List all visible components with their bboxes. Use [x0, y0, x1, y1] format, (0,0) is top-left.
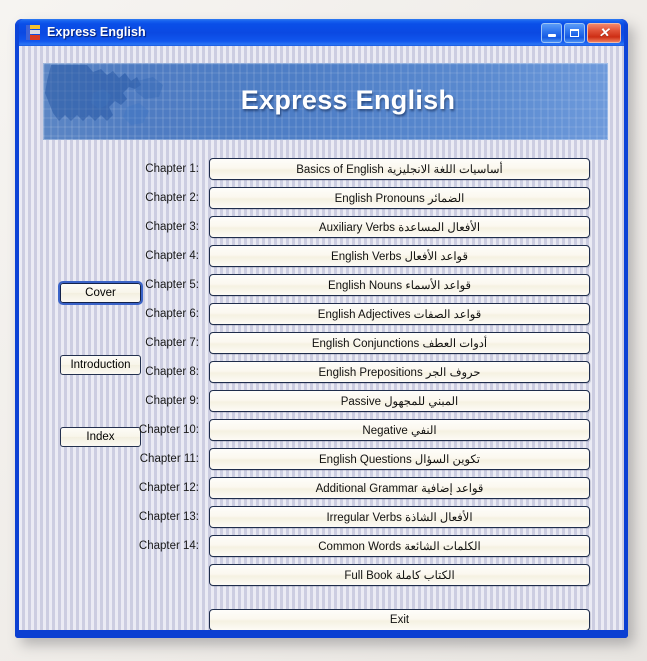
maximize-icon [570, 28, 579, 37]
chapter-label: Chapter 2: [145, 192, 199, 204]
chapter-label: Chapter 11: [139, 453, 199, 465]
chapter-button-8[interactable]: English Prepositions حروف الجر [209, 361, 590, 383]
chapter-row: Chapter 11: English Questions تكوين السؤ… [19, 448, 624, 470]
chapter-button-7[interactable]: English Conjunctions أدوات العطف [209, 332, 590, 354]
chapter-row: Chapter 3: Auxiliary Verbs الأفعال المسا… [19, 216, 624, 238]
chapter-button-6[interactable]: English Adjectives قواعد الصفات [209, 303, 590, 325]
maximize-button[interactable] [564, 22, 585, 43]
chapter-label: Chapter 10: [138, 424, 199, 436]
chapter-row: Chapter 7: English Conjunctions أدوات ال… [19, 332, 624, 354]
chapter-row: Chapter 2: English Pronouns الضمائر [19, 187, 624, 209]
window-client-area: Express English Cover Introduction Index… [19, 46, 624, 630]
chapter-label: Chapter 6: [145, 308, 199, 320]
chapter-label: Chapter 13: [138, 511, 199, 523]
chapter-button-1[interactable]: Basics of English أساسيات اللغة الانجليز… [209, 158, 590, 180]
chapter-button-12[interactable]: Additional Grammar قواعد إضافية [209, 477, 590, 499]
chapter-button-3[interactable]: Auxiliary Verbs الأفعال المساعدة [209, 216, 590, 238]
chapter-row: Chapter 12: Additional Grammar قواعد إضا… [19, 477, 624, 499]
chapter-row: Chapter 8: English Prepositions حروف الج… [19, 361, 624, 383]
chapter-row: Chapter 6: English Adjectives قواعد الصف… [19, 303, 624, 325]
minimize-button[interactable] [541, 22, 562, 43]
exit-button[interactable]: Exit [209, 609, 590, 630]
chapter-button-2[interactable]: English Pronouns الضمائر [209, 187, 590, 209]
chapter-label: Chapter 14: [138, 540, 199, 552]
chapter-button-4[interactable]: English Verbs قواعد الأفعال [209, 245, 590, 267]
chapter-button-11[interactable]: English Questions تكوين السؤال [209, 448, 590, 470]
chapter-label: Chapter 4: [145, 250, 199, 262]
chapter-label: Chapter 3: [145, 221, 199, 233]
application-window: Express English ✕ Express English Cover … [15, 19, 628, 638]
chapter-button-10[interactable]: Negative النفي [209, 419, 590, 441]
full-book-row: Full Book الكتاب كاملة [19, 564, 624, 586]
chapter-row: Chapter 14: Common Words الكلمات الشائعة [19, 535, 624, 557]
chapter-button-14[interactable]: Common Words الكلمات الشائعة [209, 535, 590, 557]
close-button[interactable]: ✕ [587, 22, 621, 43]
full-book-button[interactable]: Full Book الكتاب كاملة [209, 564, 590, 586]
window-controls: ✕ [541, 22, 621, 43]
minimize-icon [547, 34, 556, 37]
chapter-label: Chapter 12: [138, 482, 199, 494]
desktop-backdrop: Express English ✕ Express English Cover … [0, 0, 647, 661]
chapter-row: Chapter 5: English Nouns قواعد الأسماء [19, 274, 624, 296]
chapter-list: Chapter 1: Basics of English أساسيات الل… [19, 46, 624, 630]
chapter-label: Chapter 8: [145, 366, 199, 378]
exit-row: Exit [19, 609, 624, 630]
window-title: Express English [47, 25, 146, 39]
close-icon: ✕ [598, 25, 610, 40]
chapter-row: Chapter 9: Passive المبني للمجهول [19, 390, 624, 412]
express-english-app-icon [25, 24, 42, 41]
chapter-row: Chapter 4: English Verbs قواعد الأفعال [19, 245, 624, 267]
chapter-button-13[interactable]: Irregular Verbs الأفعال الشاذة [209, 506, 590, 528]
chapter-label: Chapter 7: [145, 337, 199, 349]
chapter-label: Chapter 1: [145, 163, 199, 175]
chapter-row: Chapter 13: Irregular Verbs الأفعال الشا… [19, 506, 624, 528]
title-bar[interactable]: Express English ✕ [19, 19, 624, 46]
chapter-label: Chapter 9: [145, 395, 199, 407]
chapter-label: Chapter 5: [145, 279, 199, 291]
chapter-row: Chapter 1: Basics of English أساسيات الل… [19, 158, 624, 180]
chapter-row: Chapter 10: Negative النفي [19, 419, 624, 441]
chapter-button-5[interactable]: English Nouns قواعد الأسماء [209, 274, 590, 296]
chapter-button-9[interactable]: Passive المبني للمجهول [209, 390, 590, 412]
